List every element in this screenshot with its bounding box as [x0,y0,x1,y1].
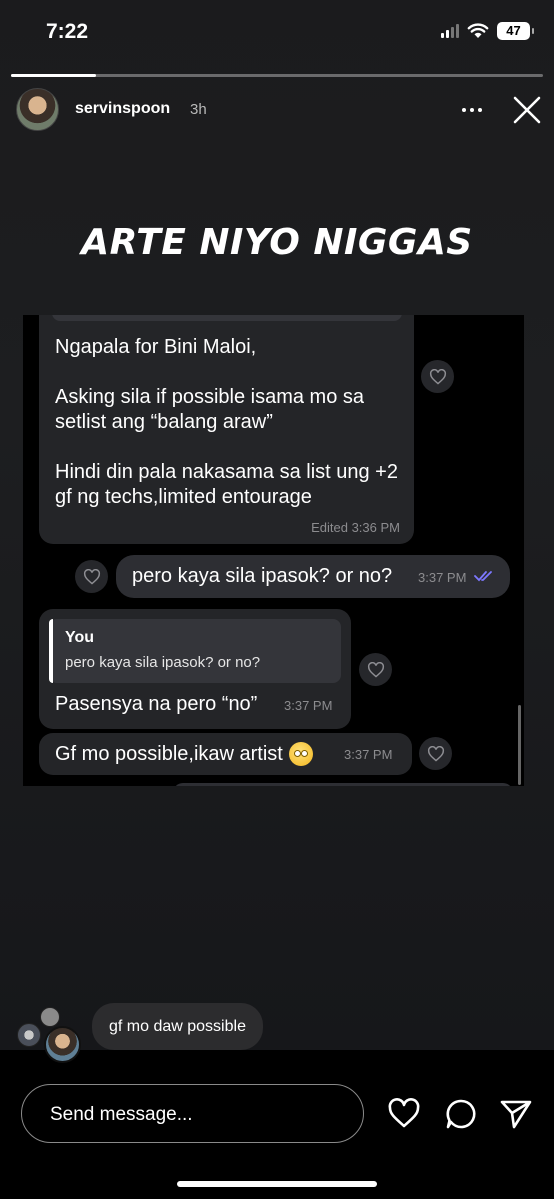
author-username[interactable]: servinspoon [75,100,170,118]
message-meta: 3:37 PM [418,570,467,585]
message-bubble-incoming: Ngapala for Bini Maloi, Asking sila if p… [39,315,414,544]
story-overlay-text: ARTE NIYO NIGGAS [81,222,473,263]
quoted-reply-bar [49,619,53,683]
react-heart-button [359,653,392,686]
status-icons: 47 [441,22,534,40]
story-time-ago: 3h [190,101,207,118]
react-heart-button [421,360,454,393]
scroll-indicator [518,705,521,785]
message-text: pero kaya sila ipasok? or no? [132,565,393,587]
status-time: 7:22 [46,20,89,43]
quoted-reply-text: pero kaya sila ipasok? or no? [65,654,261,671]
send-message-placeholder: Send message... [50,1104,193,1125]
message-text-row: Gf mo possible,ikaw artist [55,742,313,766]
smiley-icon [288,742,313,766]
quoted-message-edge [52,315,402,321]
chat-screenshot: Ngapala for Bini Maloi, Asking sila if p… [23,315,524,786]
heart-icon[interactable] [387,1097,421,1131]
message-bubble-incoming-reply: You pero kaya sila ipasok? or no? Pasens… [39,609,351,729]
message-bubble-incoming: Gf mo possible,ikaw artist 3:37 PM [39,733,412,775]
home-indicator [177,1181,377,1187]
send-icon[interactable] [499,1097,533,1131]
message-meta: Edited 3:36 PM [311,520,400,535]
quoted-reply: You pero kaya sila ipasok? or no? [49,619,341,683]
heart-icon [83,568,100,585]
react-heart-button [419,737,452,770]
message-text: Ngapala for Bini Maloi, Asking sila if p… [55,336,398,508]
story-progress-bar [11,74,543,77]
wifi-icon [467,23,489,38]
close-icon[interactable] [512,95,542,125]
send-message-input[interactable]: Send message... [21,1084,364,1143]
story-progress-fill [11,74,97,77]
message-text: Pasensya na pero “no” [55,693,258,715]
message-meta: 3:37 PM [284,698,333,713]
author-avatar[interactable] [16,88,59,131]
viewer-avatar [44,1026,81,1063]
more-icon[interactable] [462,100,486,120]
messages-icon[interactable] [444,1097,478,1131]
react-heart-button [75,560,108,593]
message-meta: 3:37 PM [344,747,393,762]
cellular-signal-icon [441,24,459,38]
heart-icon [427,745,444,762]
message-bubble-outgoing: pero kaya sila ipasok? or no? 3:37 PM [116,555,510,598]
next-message-edge [173,783,513,786]
viewer-avatar [40,1007,60,1027]
heart-icon [367,661,384,678]
quoted-reply-author: You [65,629,95,646]
double-check-icon [474,571,492,582]
viewer-avatar [17,1023,41,1047]
message-text: Gf mo possible,ikaw artist [55,742,283,765]
heart-icon [429,368,446,385]
battery-indicator: 47 [497,22,534,40]
viewer-reply-bubble[interactable]: gf mo daw possible [92,1003,263,1050]
